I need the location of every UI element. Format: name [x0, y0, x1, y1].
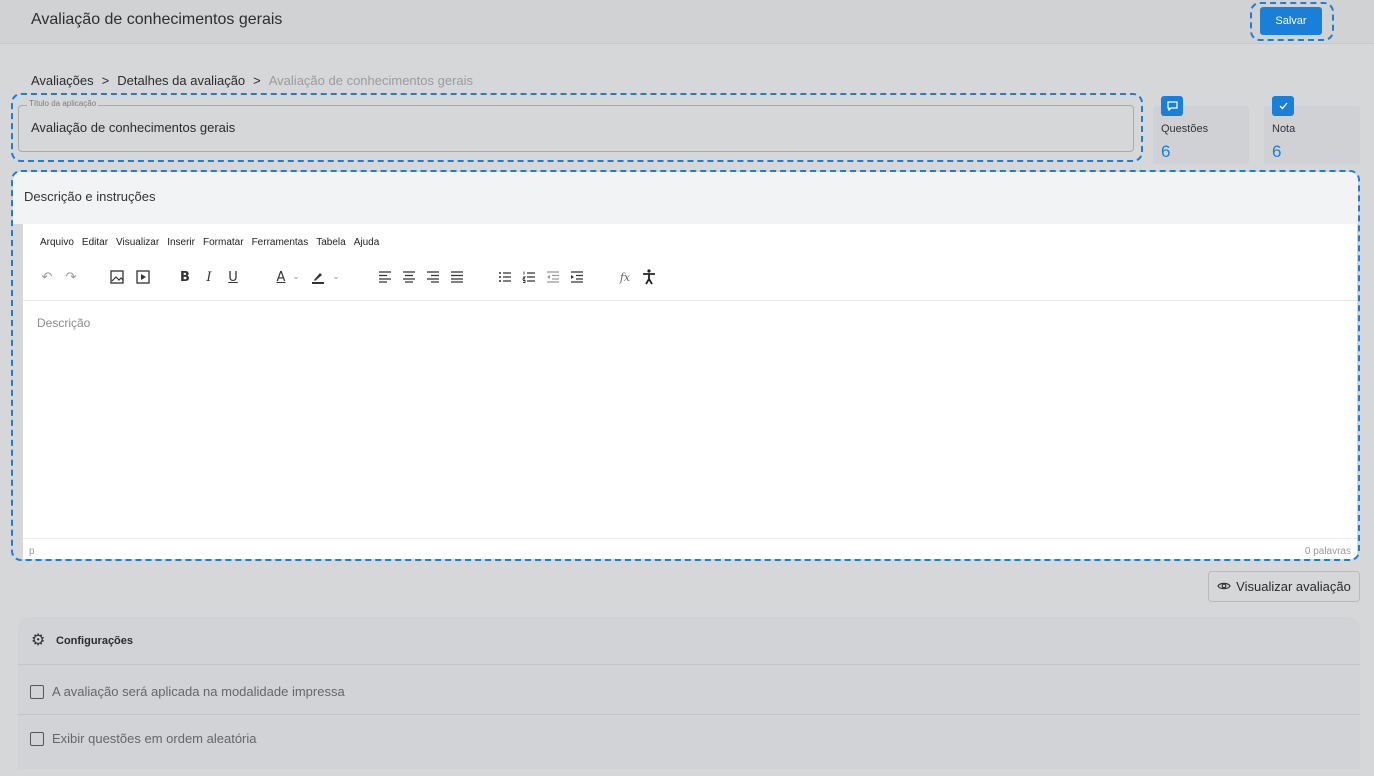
accessibility-icon[interactable] — [640, 266, 658, 288]
save-button[interactable]: Salvar — [1260, 7, 1322, 35]
divider — [18, 714, 1360, 715]
text-color-icon[interactable]: A — [272, 266, 290, 288]
editor-toolbar: ↶ ↷ B I U A ⌄ ⌄ fx — [38, 266, 1338, 288]
stat-value: 6 — [1161, 142, 1171, 161]
stat-label: Questões — [1161, 123, 1209, 135]
title-field-highlight: Título da aplicação Avaliação de conheci… — [11, 93, 1143, 162]
formula-icon[interactable]: fx — [616, 266, 634, 288]
title-input-value[interactable]: Avaliação de conhecimentos gerais — [31, 120, 235, 135]
eye-icon — [1217, 579, 1231, 594]
settings-panel: ⚙ Configurações A avaliação será aplicad… — [18, 617, 1360, 769]
description-section-highlight: Descrição e instruções Arquivo Editar Vi… — [11, 170, 1360, 561]
stat-value: 6 — [1272, 142, 1282, 161]
save-button-highlight: Salvar — [1250, 2, 1334, 41]
breadcrumb: Avaliações > Detalhes da avaliação > Ava… — [31, 73, 473, 88]
badge-check-icon — [1272, 96, 1294, 116]
menu-tabela[interactable]: Tabela — [316, 237, 345, 248]
numbered-list-icon[interactable] — [520, 266, 538, 288]
preview-button-label: Visualizar avaliação — [1236, 579, 1351, 594]
breadcrumb-item-avaliacoes[interactable]: Avaliações — [31, 73, 94, 88]
bullet-list-icon[interactable] — [496, 266, 514, 288]
align-right-icon[interactable] — [424, 266, 442, 288]
menu-arquivo[interactable]: Arquivo — [40, 237, 74, 248]
breadcrumb-item-detalhes[interactable]: Detalhes da avaliação — [117, 73, 245, 88]
editor-statusbar: p 0 palavras — [23, 538, 1357, 559]
breadcrumb-separator: > — [101, 73, 110, 88]
editor-menubar: Arquivo Editar Visualizar Inserir Format… — [40, 237, 379, 248]
redo-icon[interactable]: ↷ — [62, 266, 80, 288]
menu-ferramentas[interactable]: Ferramentas — [252, 237, 309, 248]
underline-icon[interactable]: U — [224, 266, 242, 288]
italic-icon[interactable]: I — [200, 266, 218, 288]
preview-button[interactable]: Visualizar avaliação — [1208, 571, 1360, 602]
menu-inserir[interactable]: Inserir — [167, 237, 195, 248]
element-path[interactable]: p — [29, 546, 35, 557]
menu-editar[interactable]: Editar — [82, 237, 108, 248]
breadcrumb-separator: > — [253, 73, 261, 88]
stat-card-nota: Nota 6 — [1264, 96, 1360, 164]
description-header: Descrição e instruções — [13, 172, 1358, 224]
checkbox[interactable] — [30, 684, 44, 699]
title-input[interactable]: Título da aplicação Avaliação de conheci… — [18, 99, 1134, 152]
stat-card-questoes: Questões 6 — [1153, 96, 1249, 164]
menu-ajuda[interactable]: Ajuda — [354, 237, 380, 248]
bold-icon[interactable]: B — [176, 266, 194, 288]
description-heading: Descrição e instruções — [24, 189, 156, 204]
settings-title: Configurações — [56, 635, 134, 647]
outdent-icon[interactable] — [544, 266, 562, 288]
option-printed-mode[interactable]: A avaliação será aplicada na modalidade … — [30, 684, 345, 699]
description-placeholder[interactable]: Descrição — [37, 316, 90, 330]
option-random-order[interactable]: Exibir questões em ordem aleatória — [30, 731, 257, 746]
highlight-color-icon[interactable] — [308, 266, 328, 288]
menu-visualizar[interactable]: Visualizar — [116, 237, 159, 248]
word-count: 0 palavras — [1304, 546, 1351, 557]
title-input-legend: Título da aplicação — [27, 99, 99, 108]
rich-text-editor[interactable]: Arquivo Editar Visualizar Inserir Format… — [23, 224, 1357, 559]
gear-icon: ⚙ — [31, 630, 46, 649]
top-bar: Avaliação de conhecimentos gerais Salvar — [0, 0, 1374, 44]
settings-header: ⚙ Configurações — [18, 617, 1360, 665]
undo-icon[interactable]: ↶ — [38, 266, 56, 288]
align-center-icon[interactable] — [400, 266, 418, 288]
chevron-down-icon[interactable]: ⌄ — [290, 266, 302, 288]
option-label: A avaliação será aplicada na modalidade … — [52, 684, 345, 699]
indent-icon[interactable] — [568, 266, 586, 288]
page-title: Avaliação de conhecimentos gerais — [31, 11, 283, 28]
align-justify-icon[interactable] — [448, 266, 466, 288]
media-icon[interactable] — [134, 266, 152, 288]
stat-label: Nota — [1272, 123, 1296, 135]
image-icon[interactable] — [108, 266, 126, 288]
option-label: Exibir questões em ordem aleatória — [52, 731, 257, 746]
breadcrumb-current: Avaliação de conhecimentos gerais — [268, 73, 474, 88]
toolbar-divider — [23, 300, 1357, 301]
checkbox[interactable] — [30, 731, 44, 746]
message-icon — [1161, 96, 1183, 116]
chevron-down-icon[interactable]: ⌄ — [330, 266, 342, 288]
menu-formatar[interactable]: Formatar — [203, 237, 244, 248]
align-left-icon[interactable] — [376, 266, 394, 288]
